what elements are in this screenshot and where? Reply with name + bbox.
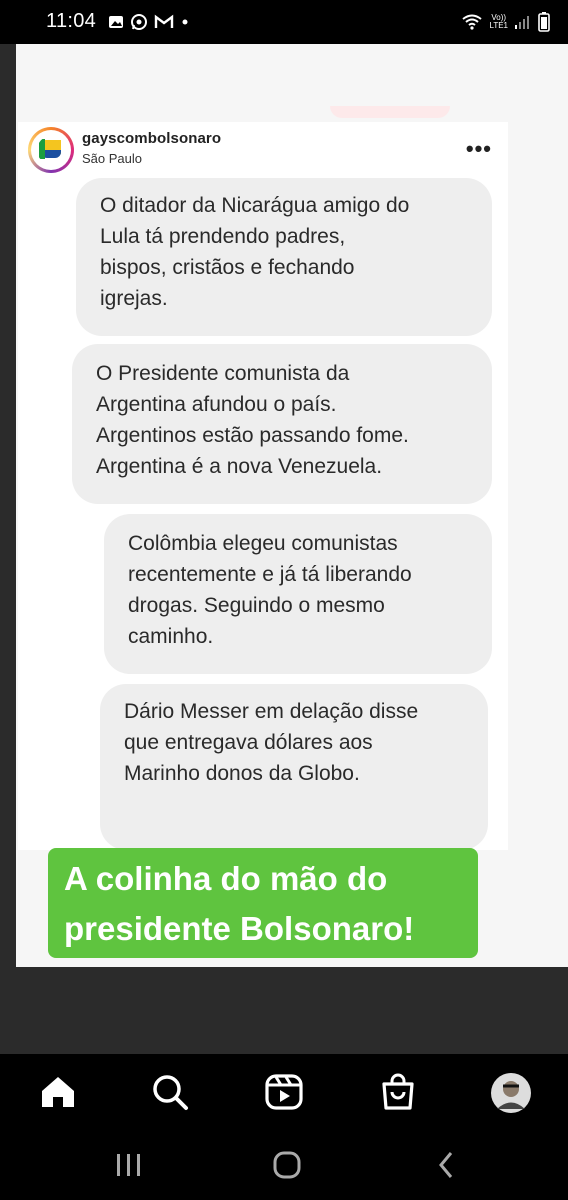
story-caption: A colinha do mão do presidente Bolsonaro…: [48, 848, 478, 958]
message-bubble: O ditador da Nicarágua amigo do Lula tá …: [76, 178, 492, 336]
notification-icons: [108, 13, 190, 31]
signal-icon: [515, 16, 529, 29]
app-bottom-nav: [0, 1054, 568, 1126]
status-bar: 11:04 Vo)) LTE1: [0, 0, 568, 44]
profile-avatar[interactable]: [490, 1072, 532, 1114]
account-avatar[interactable]: [28, 127, 74, 173]
post-location[interactable]: São Paulo: [82, 151, 142, 166]
account-logo: [37, 136, 65, 164]
whatsapp-icon: [131, 14, 147, 30]
story-viewer[interactable]: gayscombolsonaro São Paulo ••• O ditador…: [0, 44, 568, 1054]
network-label: Vo)) LTE1: [489, 14, 508, 30]
decorative-shape: [330, 106, 450, 118]
dot-icon: [182, 19, 188, 25]
home-icon[interactable]: [38, 1072, 78, 1112]
shop-icon[interactable]: [378, 1072, 418, 1112]
home-button[interactable]: [272, 1150, 302, 1180]
message-bubble: O Presidente comunista da Argentina afun…: [72, 344, 492, 504]
account-username[interactable]: gayscombolsonaro: [82, 130, 221, 147]
back-button[interactable]: [436, 1150, 456, 1180]
post-header: gayscombolsonaro São Paulo •••: [18, 122, 508, 180]
message-bubble: Dário Messer em delação disse que entreg…: [100, 684, 488, 850]
wifi-calling-icon: [462, 14, 483, 30]
recents-button[interactable]: [114, 1152, 144, 1178]
image-icon: [109, 16, 123, 28]
search-icon[interactable]: [150, 1072, 190, 1112]
lte-label: LTE1: [489, 21, 508, 30]
reels-icon[interactable]: [264, 1072, 304, 1112]
message-bubble: Colômbia elegeu comunistas recentemente …: [104, 514, 492, 674]
system-nav-bar: [0, 1126, 568, 1200]
gmail-icon: [154, 14, 174, 28]
more-options-icon[interactable]: •••: [466, 136, 492, 162]
status-right-icons: Vo)) LTE1: [461, 12, 550, 32]
status-time: 11:04: [46, 10, 97, 32]
post-screenshot: gayscombolsonaro São Paulo ••• O ditador…: [18, 122, 508, 850]
battery-icon: [538, 12, 550, 32]
